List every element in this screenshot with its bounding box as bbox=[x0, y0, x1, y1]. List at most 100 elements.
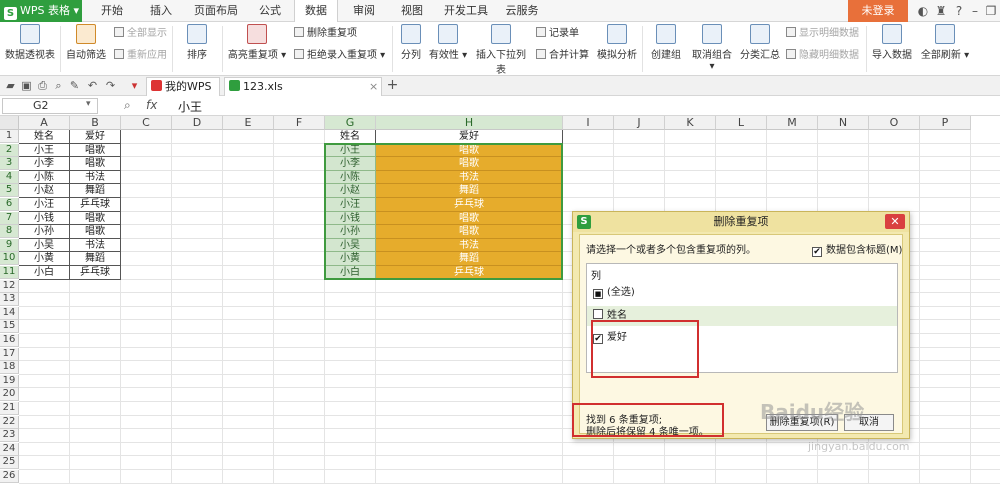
row-header-17[interactable]: 17 bbox=[0, 347, 19, 361]
shirt-icon[interactable]: ♜ bbox=[934, 4, 948, 18]
ungroup-button[interactable]: 取消组合 ▾ bbox=[688, 24, 736, 72]
row-header-24[interactable]: 24 bbox=[0, 442, 19, 456]
open-folder-icon[interactable]: ▰ bbox=[4, 79, 17, 92]
menu-page-layout[interactable]: 页面布局 bbox=[188, 0, 244, 22]
undo-icon[interactable]: ↶ bbox=[86, 79, 99, 92]
column-header-b[interactable]: B bbox=[70, 116, 121, 130]
column-header-n[interactable]: N bbox=[818, 116, 869, 130]
column-header-a[interactable]: A bbox=[19, 116, 70, 130]
menu-view[interactable]: 视图 bbox=[392, 0, 432, 22]
close-icon[interactable]: ✕ bbox=[885, 214, 905, 229]
row-header-5[interactable]: 5 bbox=[0, 184, 19, 198]
table-cell[interactable]: 唱歌 bbox=[70, 225, 121, 239]
save-icon[interactable]: ▣ bbox=[20, 79, 33, 92]
table-cell[interactable]: 小黄 bbox=[19, 252, 70, 266]
table-header-cell[interactable]: 爱好 bbox=[70, 130, 121, 144]
column-header-c[interactable]: C bbox=[121, 116, 172, 130]
pivot-table-button[interactable]: 数据透视表 bbox=[4, 24, 56, 61]
row-header-10[interactable]: 10 bbox=[0, 252, 19, 266]
help-icon[interactable]: ? bbox=[952, 4, 966, 18]
redo-icon[interactable]: ↷ bbox=[104, 79, 117, 92]
autofilter-button[interactable]: 自动筛选 bbox=[64, 24, 108, 61]
row-header-2[interactable]: 2 bbox=[0, 143, 19, 157]
delete-duplicates-button[interactable]: 删除重复项 bbox=[294, 26, 357, 42]
row-header-16[interactable]: 16 bbox=[0, 334, 19, 347]
row-header-8[interactable]: 8 bbox=[0, 225, 19, 239]
row-header-15[interactable]: 15 bbox=[0, 320, 19, 334]
column-header-p[interactable]: P bbox=[920, 116, 971, 130]
menu-data[interactable]: 数据 bbox=[294, 0, 338, 23]
row-header-14[interactable]: 14 bbox=[0, 306, 19, 320]
column-header-k[interactable]: K bbox=[665, 116, 716, 130]
table-cell[interactable]: 小孙 bbox=[19, 225, 70, 239]
menu-cloud[interactable]: 云服务 bbox=[498, 0, 546, 22]
app-menu-button[interactable]: S WPS 表格 ▾ bbox=[0, 0, 82, 22]
highlight-duplicates-button[interactable]: 高亮重复项 ▾ bbox=[226, 24, 288, 61]
row-header-6[interactable]: 6 bbox=[0, 198, 19, 211]
table-cell[interactable]: 小汪 bbox=[19, 198, 70, 212]
simulate-analysis-button[interactable]: 模拟分析 bbox=[596, 24, 638, 61]
column-header-m[interactable]: M bbox=[767, 116, 818, 130]
row-header-12[interactable]: 12 bbox=[0, 279, 19, 293]
column-header-i[interactable]: I bbox=[563, 116, 614, 130]
reapply-button[interactable]: 重新应用 bbox=[114, 48, 167, 64]
row-header-3[interactable]: 3 bbox=[0, 157, 19, 171]
minimize-icon[interactable]: – bbox=[968, 4, 982, 18]
row-header-21[interactable]: 21 bbox=[0, 402, 19, 415]
customize-icon[interactable]: ▾ bbox=[128, 79, 141, 92]
row-header-18[interactable]: 18 bbox=[0, 361, 19, 375]
table-cell[interactable]: 小赵 bbox=[19, 184, 70, 198]
table-cell[interactable]: 书法 bbox=[70, 170, 121, 185]
select-all-checkbox[interactable]: ■ (全选) bbox=[587, 283, 897, 303]
show-all-button[interactable]: 全部显示 bbox=[114, 26, 167, 42]
row-header-4[interactable]: 4 bbox=[0, 170, 19, 184]
table-cell[interactable]: 小李 bbox=[19, 157, 70, 171]
column-header-o[interactable]: O bbox=[869, 116, 920, 130]
row-header-20[interactable]: 20 bbox=[0, 388, 19, 402]
select-all-corner[interactable] bbox=[0, 116, 19, 130]
menu-home[interactable]: 开始 bbox=[92, 0, 132, 22]
record-form-button[interactable]: 记录单 bbox=[536, 26, 579, 42]
show-detail-button[interactable]: 显示明细数据 bbox=[786, 26, 859, 42]
column-header-g[interactable]: G bbox=[325, 116, 376, 130]
row-header-11[interactable]: 11 bbox=[0, 266, 19, 279]
table-cell[interactable]: 乒乓球 bbox=[70, 266, 121, 280]
column-header-e[interactable]: E bbox=[223, 116, 274, 130]
tab-my-wps[interactable]: 我的WPS bbox=[146, 77, 220, 96]
column-header-d[interactable]: D bbox=[172, 116, 223, 130]
row-header-22[interactable]: 22 bbox=[0, 415, 19, 429]
row-header-13[interactable]: 13 bbox=[0, 293, 19, 307]
skin-icon[interactable]: ◐ bbox=[916, 4, 930, 18]
refresh-all-button[interactable]: 全部刷新 ▾ bbox=[918, 24, 972, 61]
row-header-1[interactable]: 1 bbox=[0, 130, 19, 143]
row-header-7[interactable]: 7 bbox=[0, 211, 19, 225]
insert-function-button[interactable]: fx bbox=[146, 98, 157, 112]
table-cell[interactable]: 唱歌 bbox=[70, 157, 121, 171]
login-button[interactable]: 未登录 bbox=[848, 0, 908, 22]
table-cell[interactable]: 舞蹈 bbox=[70, 252, 121, 266]
table-cell[interactable]: 舞蹈 bbox=[70, 184, 121, 198]
table-header-cell[interactable]: 姓名 bbox=[325, 130, 376, 144]
name-box[interactable]: G2 bbox=[2, 98, 98, 114]
subtotal-button[interactable]: 分类汇总 bbox=[738, 24, 782, 61]
menu-formula[interactable]: 公式 bbox=[250, 0, 290, 22]
tab-123-xls[interactable]: 123.xls × bbox=[224, 77, 382, 96]
row-header-25[interactable]: 25 bbox=[0, 456, 19, 470]
close-tab-icon[interactable]: × bbox=[369, 78, 378, 96]
sort-button[interactable]: 排序 bbox=[176, 24, 218, 61]
table-cell[interactable]: 唱歌 bbox=[70, 211, 121, 226]
menu-review[interactable]: 审阅 bbox=[344, 0, 384, 22]
row-header-23[interactable]: 23 bbox=[0, 429, 19, 443]
column-header-j[interactable]: J bbox=[614, 116, 665, 130]
restore-icon[interactable]: ❐ bbox=[984, 4, 998, 18]
reject-duplicates-button[interactable]: 拒绝录入重复项 ▾ bbox=[294, 48, 385, 64]
row-header-19[interactable]: 19 bbox=[0, 374, 19, 388]
table-cell[interactable]: 乒乓球 bbox=[70, 198, 121, 212]
merge-calc-button[interactable]: 合并计算 bbox=[536, 48, 589, 64]
menu-insert[interactable]: 插入 bbox=[141, 0, 181, 22]
header-checkbox[interactable]: ✔ 数据包含标题(M) bbox=[812, 241, 902, 257]
column-header-h[interactable]: H bbox=[376, 116, 563, 130]
table-cell[interactable]: 小钱 bbox=[19, 211, 70, 226]
split-column-button[interactable]: 分列 bbox=[396, 24, 426, 61]
table-header-cell[interactable]: 姓名 bbox=[19, 130, 70, 144]
